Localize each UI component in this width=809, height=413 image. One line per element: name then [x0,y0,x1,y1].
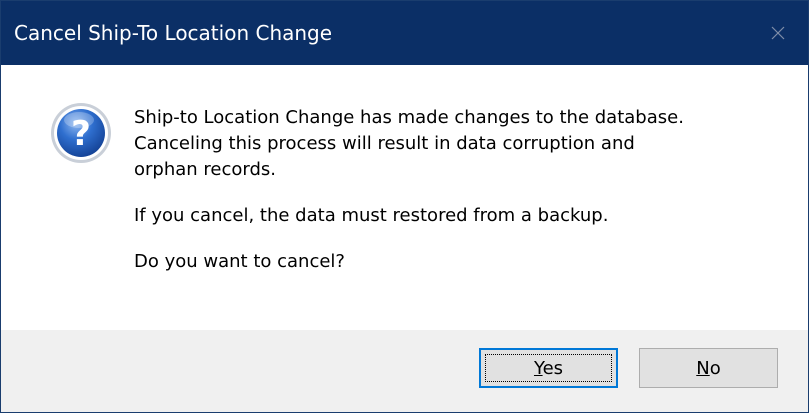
yes-button-label: Yes [534,358,563,379]
no-button[interactable]: No [639,348,778,388]
window-title: Cancel Ship-To Location Change [14,21,333,45]
yes-accelerator: Y [533,357,543,379]
close-icon [770,25,786,41]
message-line: orphan records. [134,159,277,180]
no-button-label: No [696,358,720,379]
close-button[interactable] [748,1,808,65]
message-text: Ship-to Location Change has made changes… [134,105,784,275]
svg-text:?: ? [71,114,91,154]
warning-text: If you cancel, the data must restored fr… [134,205,609,226]
message-line: Canceling this process will result in da… [134,133,635,154]
no-accelerator: N [696,357,710,379]
message-area: ? Ship-to Location Change has made chang… [1,65,808,330]
yes-button[interactable]: Yes [479,348,618,388]
button-bar: Yes No [1,330,808,412]
dialog-window: Cancel Ship-To Location Change ? Ship-to… [0,0,809,413]
prompt-text: Do you want to cancel? [134,251,345,272]
title-bar[interactable]: Cancel Ship-To Location Change [1,1,808,65]
yes-label-rest: es [542,357,564,379]
no-label-rest: o [709,357,721,379]
question-icon: ? [49,101,113,165]
message-line: Ship-to Location Change has made changes… [134,107,684,128]
